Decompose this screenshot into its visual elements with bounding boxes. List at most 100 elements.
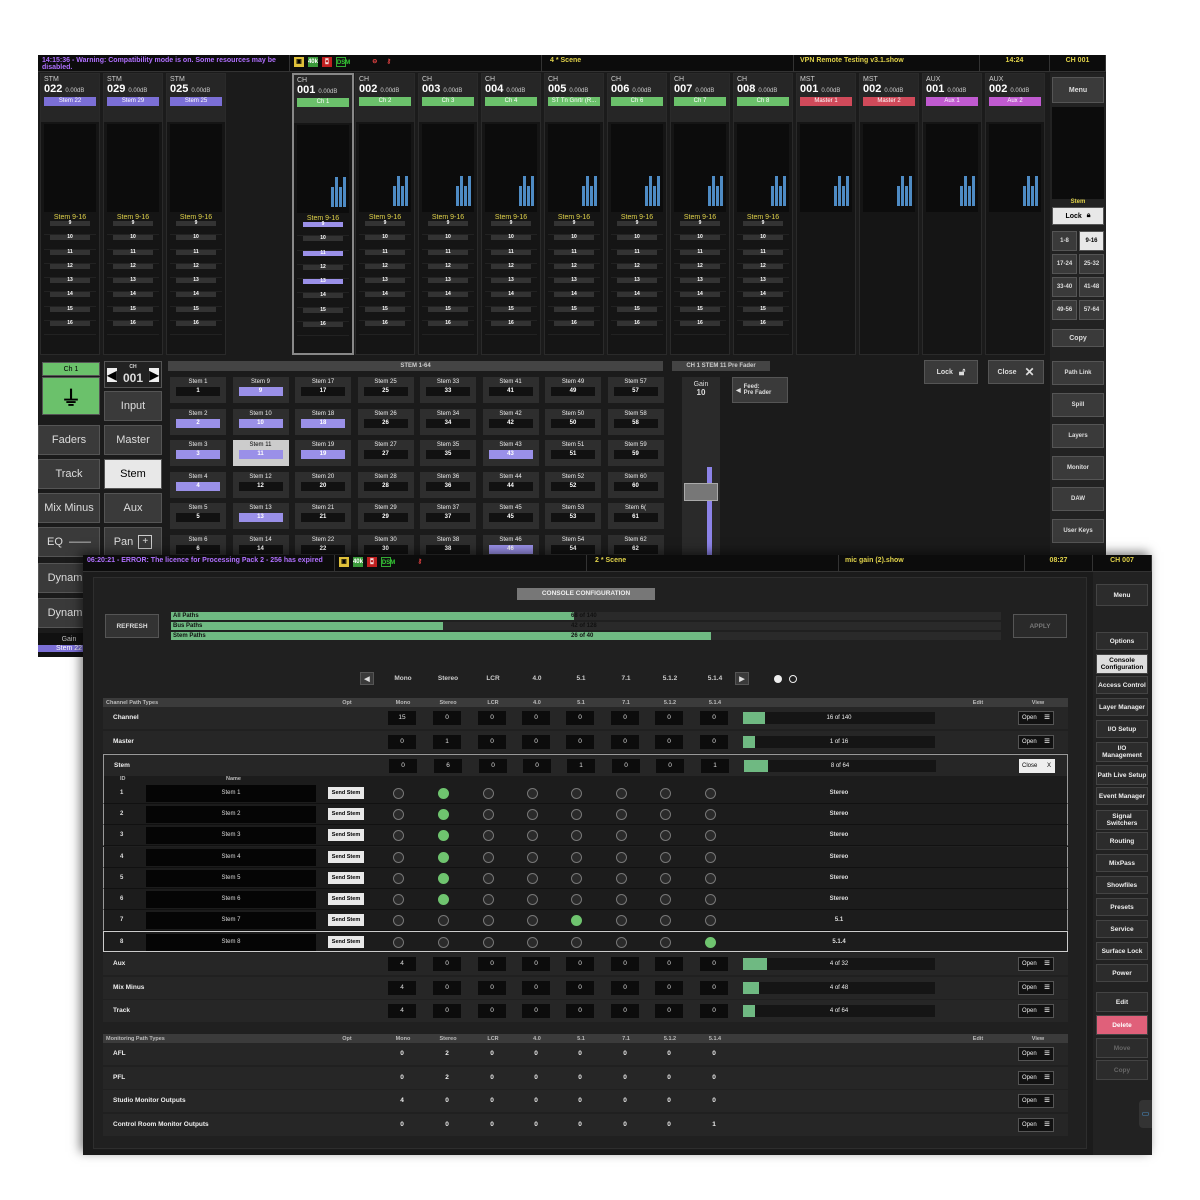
stem-send[interactable]: 10	[422, 235, 474, 250]
stem-cell[interactable]: Stem 44	[170, 471, 226, 498]
path-count-field[interactable]: 1	[567, 759, 595, 773]
path-count-field[interactable]: 0	[566, 711, 594, 725]
bank-button[interactable]: 1-8	[1052, 231, 1077, 251]
send-fader[interactable]: Gain 10	[682, 377, 720, 555]
stem-send[interactable]: 14	[548, 292, 600, 307]
strip-header[interactable]: AUX 001 0.00dB Aux 1	[923, 74, 981, 122]
path-count-field[interactable]: 0	[611, 711, 639, 725]
channel-strip[interactable]: CH 001 0.00dB Ch 1 Stem 9-16 9 10 11 12 13 14 15 16	[292, 73, 354, 355]
sidebar-item[interactable]: Signal Switchers	[1096, 810, 1148, 830]
path-count-field[interactable]: 0	[700, 1004, 728, 1018]
channel-strip[interactable]: STM 022 0.00dB Stem 22 Stem 9-16 9 10 11 12 13 14 1…	[40, 73, 100, 355]
stem-send[interactable]: 12	[485, 263, 537, 279]
stem-send[interactable]: 16	[422, 321, 474, 336]
display-icon[interactable]: ▭	[1139, 1100, 1152, 1128]
channel-strip[interactable]: CH 005 0.00dB ST Tn Gnrtr (R... Stem 9-16 9 10…	[544, 73, 604, 355]
stem-cell[interactable]: Stem 17 17	[295, 377, 351, 403]
stem-send[interactable]: 12	[737, 263, 789, 279]
format-radio[interactable]	[483, 809, 494, 821]
format-radio[interactable]	[483, 851, 494, 863]
stem-send[interactable]: 14	[359, 292, 411, 307]
stem-send[interactable]: 15	[170, 306, 222, 322]
minus-circle-icon[interactable]: ⊖	[370, 57, 380, 67]
format-radio[interactable]	[616, 830, 627, 842]
format-radio[interactable]	[393, 894, 404, 905]
send-stem-button[interactable]: Send Stem	[328, 850, 364, 863]
stem-send[interactable]: 11	[170, 249, 222, 264]
sidebar-item[interactable]: Surface Lock	[1096, 942, 1148, 960]
format-radio[interactable]	[393, 872, 404, 884]
stem-send[interactable]: 16	[485, 321, 537, 336]
stem-send[interactable]: 10	[359, 235, 411, 250]
path-count-field[interactable]: 0	[655, 711, 683, 725]
path-count-field[interactable]: 0	[656, 759, 684, 773]
side-button[interactable]: Path Link	[1052, 361, 1104, 385]
stem-send[interactable]: 13	[422, 278, 474, 293]
stem-cell[interactable]: Stem 21 21	[295, 503, 351, 529]
stem-cell[interactable]: Stem 37 37	[420, 503, 476, 529]
format-radio[interactable]	[438, 872, 449, 884]
format-radio[interactable]	[527, 788, 538, 799]
stem-send[interactable]: 12	[611, 263, 663, 279]
format-radio[interactable]	[705, 851, 716, 863]
stem-cell[interactable]: Stem 29 29	[357, 503, 414, 529]
bank-button[interactable]: 41-48	[1079, 277, 1104, 297]
format-radio[interactable]	[527, 894, 538, 905]
path-count-field[interactable]: 4	[388, 1004, 416, 1018]
path-count-field[interactable]: 0	[522, 711, 550, 725]
track-tab[interactable]: Track	[38, 459, 100, 489]
copy-button[interactable]: Copy	[1052, 329, 1104, 347]
channel-strip[interactable]: STM 029 0.00dB Stem 29 Stem 9-16 9 10 11 12 13 14 1…	[103, 73, 163, 355]
fader-cap[interactable]	[684, 483, 718, 501]
stem-send[interactable]: 9	[297, 222, 349, 237]
stem-cell[interactable]: Stem 60 60	[607, 471, 664, 498]
stem-send[interactable]: 10	[485, 235, 537, 250]
stem-cell[interactable]: Stem 59 59	[607, 440, 664, 466]
format-radio[interactable]	[438, 937, 449, 949]
stem-send[interactable]: 14	[44, 292, 96, 307]
alarm-icon[interactable]: ⧮	[366, 557, 377, 567]
channel-strip[interactable]: CH 002 0.00dB Ch 2 Stem 9-16 9 10 11 12 13 14 15 16	[355, 73, 415, 355]
send-stem-button[interactable]: Send Stem	[328, 871, 364, 884]
path-count-field[interactable]: 0	[433, 711, 461, 725]
sidebar-item[interactable]: Menu	[1096, 584, 1148, 606]
open-button[interactable]: Open	[1018, 1117, 1054, 1132]
path-count-field[interactable]: 0	[522, 734, 550, 749]
path-count-field[interactable]: 0	[388, 734, 416, 749]
stem-send[interactable]: 12	[548, 263, 600, 279]
format-radio[interactable]	[660, 809, 671, 821]
pan-tab[interactable]: Pan +	[104, 527, 162, 557]
open-button[interactable]: Open	[1018, 1070, 1054, 1085]
channel-strip[interactable]: AUX 001 0.00dB Aux 1	[922, 73, 982, 355]
input-tab[interactable]: Input	[104, 391, 162, 421]
format-radio[interactable]	[438, 809, 449, 821]
sidebar-item[interactable]: Console Configuration	[1096, 654, 1148, 674]
stem-send[interactable]: 10	[674, 235, 726, 250]
path-count-field[interactable]: 0	[522, 957, 550, 971]
path-count-field[interactable]: 0	[478, 711, 506, 725]
send-stem-button[interactable]: Send Stem	[328, 936, 364, 949]
channel-strip[interactable]: CH 008 0.00dB Ch 8 Stem 9-16 9 10 11 12 13 14 15 16	[733, 73, 793, 355]
format-radio[interactable]	[527, 937, 538, 949]
format-radio[interactable]	[571, 830, 582, 842]
path-count-field[interactable]: 0	[433, 1004, 461, 1018]
stem-send[interactable]: 10	[170, 235, 222, 250]
format-radio[interactable]	[705, 788, 716, 799]
strip-header[interactable]: CH 007 0.00dB Ch 7	[671, 74, 729, 122]
format-radio[interactable]	[705, 894, 716, 905]
stem-cell[interactable]: Stem 36 36	[420, 471, 476, 498]
path-count-field[interactable]: 0	[566, 734, 594, 749]
stem-cell[interactable]: Stem 33 33	[420, 377, 476, 403]
mix-minus-tab[interactable]: Mix Minus	[38, 493, 100, 523]
stem-send[interactable]: 11	[297, 250, 349, 265]
stem-send[interactable]: 11	[359, 249, 411, 264]
strip-header[interactable]: AUX 002 0.00dB Aux 2	[986, 74, 1044, 122]
strip-header[interactable]: STM 025 0.00dB Stem 25	[167, 74, 225, 122]
stem-send[interactable]: 15	[548, 306, 600, 322]
sidebar-item[interactable]: Edit	[1096, 992, 1148, 1012]
format-radio[interactable]	[660, 851, 671, 863]
strip-header[interactable]: CH 004 0.00dB Ch 4	[482, 74, 540, 122]
apply-button[interactable]: APPLY	[1013, 614, 1067, 638]
stem-send[interactable]: 14	[422, 292, 474, 307]
sidebar-item[interactable]: I/O Setup	[1096, 720, 1148, 738]
